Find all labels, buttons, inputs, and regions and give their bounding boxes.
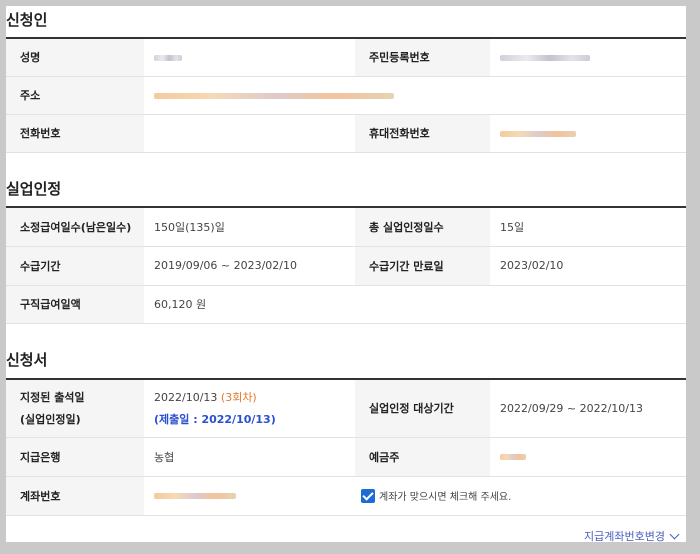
mobile-value (490, 114, 686, 153)
chevron-down-icon (669, 529, 680, 540)
daily-amount-label: 구직급여일액 (6, 285, 144, 324)
total-days-value: 15일 (490, 207, 686, 247)
address-label: 주소 (6, 76, 144, 115)
table-row: 수급기간 2019/09/06 ~ 2023/02/10 수급기간 만료일 20… (6, 246, 686, 286)
attendance-label-line2: (실업인정일) (20, 413, 81, 427)
bank-value: 농협 (144, 437, 355, 477)
change-account-link[interactable]: 지급계좌번호변경 (584, 528, 680, 544)
period-end-value: 2023/02/10 (490, 246, 686, 286)
benefit-days-label: 소정급여일수(남은일수) (6, 207, 144, 247)
application-form: 신청인 성명 주민등록번호 주소 전화번호 휴대전화번호 실업인정 소정급여일수… (6, 6, 686, 544)
target-period-value: 2022/09/29 ~ 2022/10/13 (490, 379, 686, 438)
total-days-label: 총 실업인정일수 (355, 207, 490, 247)
table-row: 지정된 출석일 (실업인정일) 2022/10/13 (3회차) (제출일 : … (6, 379, 686, 438)
account-holder-label: 예금주 (355, 437, 490, 477)
account-number-value (144, 476, 355, 516)
application-table: 지정된 출석일 (실업인정일) 2022/10/13 (3회차) (제출일 : … (6, 378, 686, 516)
mobile-label: 휴대전화번호 (355, 114, 490, 153)
attendance-label-line1: 지정된 출석일 (20, 391, 85, 405)
account-confirm-label[interactable]: 계좌가 맞으시면 체크해 주세요. (379, 492, 511, 503)
rrn-value (490, 38, 686, 77)
recognition-table: 소정급여일수(남은일수) 150일(135)일 총 실업인정일수 15일 수급기… (6, 206, 686, 324)
account-holder-value (490, 437, 686, 477)
phone-value (144, 114, 355, 153)
submit-date: (제출일 : 2022/10/13) (154, 413, 276, 427)
attendance-label: 지정된 출석일 (실업인정일) (6, 379, 144, 438)
attendance-value: 2022/10/13 (3회차) (제출일 : 2022/10/13) (144, 379, 355, 438)
table-row: 계좌번호 계좌가 맞으시면 체크해 주세요. (6, 476, 686, 516)
daily-amount-value: 60,120 원 (144, 285, 355, 324)
bank-label: 지급은행 (6, 437, 144, 477)
period-end-label: 수급기간 만료일 (355, 246, 490, 286)
name-label: 성명 (6, 38, 144, 77)
attendance-round: (3회차) (220, 391, 257, 405)
benefit-period-label: 수급기간 (6, 246, 144, 286)
table-row: 소정급여일수(남은일수) 150일(135)일 총 실업인정일수 15일 (6, 207, 686, 247)
account-number-label: 계좌번호 (6, 476, 144, 516)
table-row: 주소 (6, 76, 686, 115)
table-row: 지급은행 농협 예금주 (6, 437, 686, 477)
account-confirm-checkbox[interactable] (361, 488, 375, 503)
section-title-recognition: 실업인정 (6, 180, 62, 198)
section-title-application: 신청서 (6, 351, 48, 369)
attendance-date: 2022/10/13 (154, 391, 218, 405)
table-row: 성명 주민등록번호 (6, 38, 686, 77)
account-confirm-cell: 계좌가 맞으시면 체크해 주세요. (355, 476, 686, 516)
table-row: 구직급여일액 60,120 원 (6, 285, 686, 324)
section-title-applicant: 신청인 (6, 11, 48, 29)
change-account-label[interactable]: 지급계좌번호변경 (584, 530, 665, 543)
phone-label: 전화번호 (6, 114, 144, 153)
benefit-period-value: 2019/09/06 ~ 2023/02/10 (144, 246, 355, 286)
rrn-label: 주민등록번호 (355, 38, 490, 77)
empty-cell (355, 285, 686, 324)
name-value (144, 38, 355, 77)
applicant-table: 성명 주민등록번호 주소 전화번호 휴대전화번호 (6, 37, 686, 153)
address-value (144, 76, 686, 115)
target-period-label: 실업인정 대상기간 (355, 379, 490, 438)
benefit-days-value: 150일(135)일 (144, 207, 355, 247)
table-row: 전화번호 휴대전화번호 (6, 114, 686, 153)
